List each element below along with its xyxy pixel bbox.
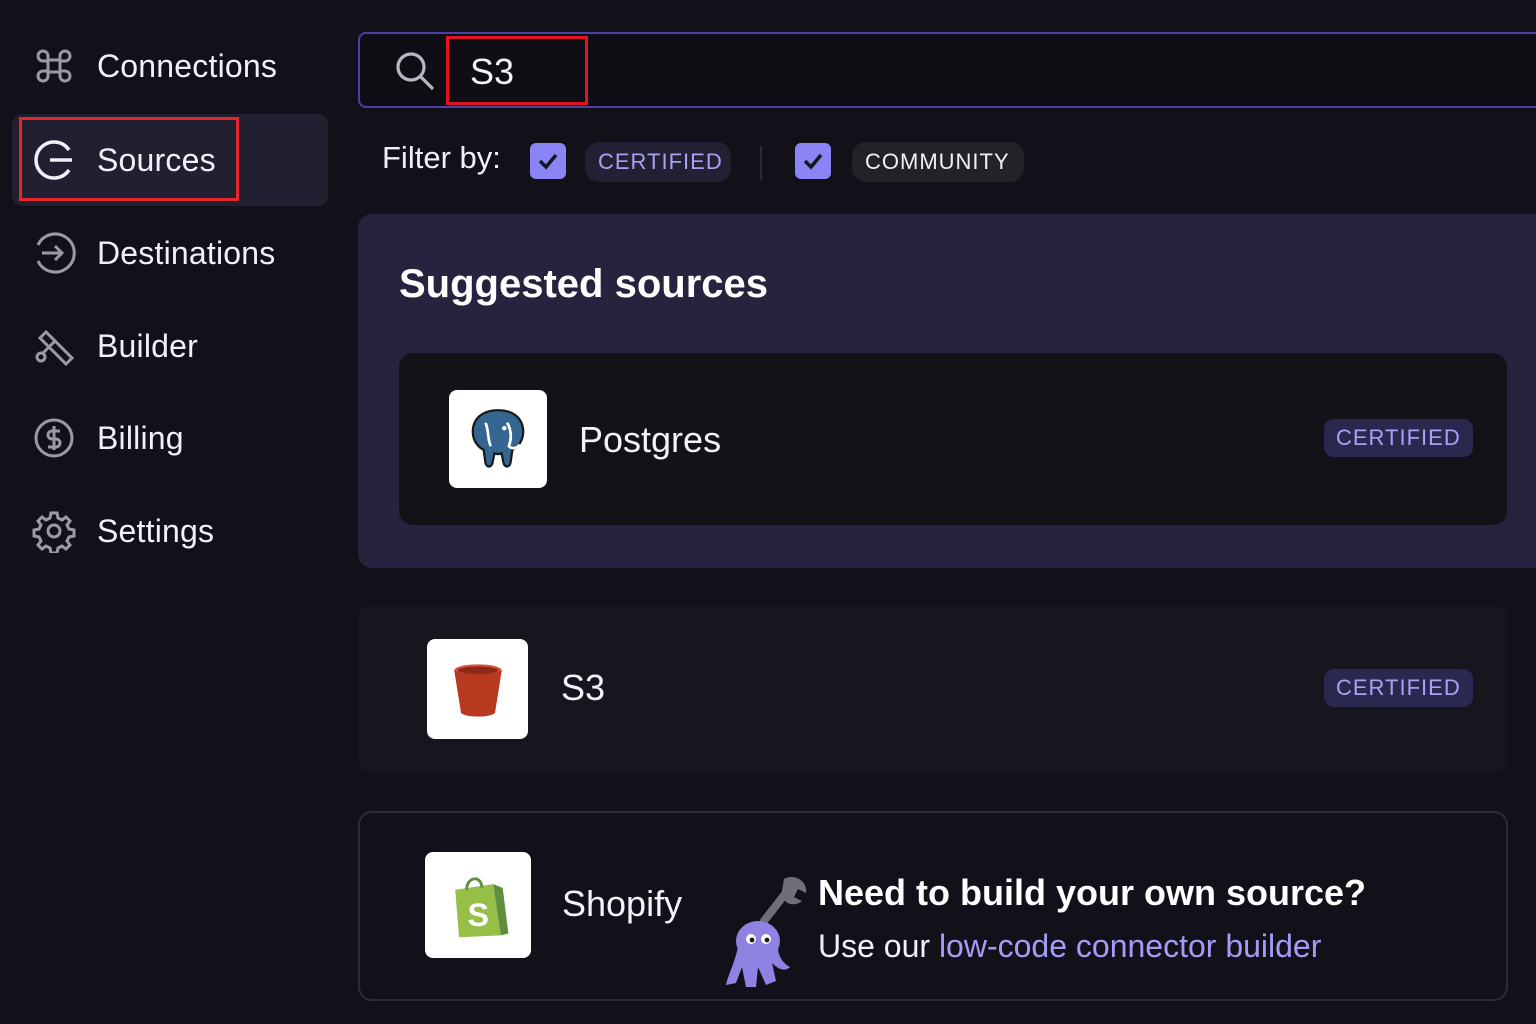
builder-promo-text: Use our low-code connector builder [818, 928, 1321, 965]
sidebar-item-label: Connections [97, 47, 278, 84]
sidebar-item-label: Builder [97, 327, 199, 364]
source-card-s3[interactable]: S3 CERTIFIED [358, 605, 1508, 773]
sidebar-item-label: Sources [97, 141, 216, 178]
connector-builder-link[interactable]: low-code connector builder [939, 928, 1321, 964]
dollar-circle-icon [32, 416, 76, 460]
svg-text:S: S [468, 897, 490, 933]
filter-label: Filter by: [382, 140, 501, 175]
source-name: Postgres [579, 419, 722, 460]
search-bar [358, 32, 1536, 108]
shopify-bag-icon: S [425, 852, 531, 958]
command-icon [32, 44, 76, 88]
octavia-mascot-icon [724, 875, 812, 995]
check-icon [538, 153, 558, 170]
filter-divider [760, 146, 762, 180]
search-input[interactable] [468, 42, 872, 102]
sidebar-item-label: Settings [97, 512, 215, 549]
community-filter-tag[interactable]: COMMUNITY [852, 142, 1024, 182]
arrow-circle-icon [32, 231, 76, 275]
sidebar: Connections Sources Destinations Builder… [0, 0, 340, 1024]
sidebar-item-connections[interactable]: Connections [12, 20, 328, 112]
sidebar-item-destinations[interactable]: Destinations [12, 207, 328, 299]
sidebar-item-builder[interactable]: Builder [12, 300, 328, 392]
sidebar-item-settings[interactable]: Settings [12, 485, 328, 577]
certified-filter-tag[interactable]: CERTIFIED [585, 142, 731, 182]
builder-promo-title: Need to build your own source? [818, 872, 1367, 913]
certified-badge: CERTIFIED [1324, 419, 1473, 457]
s3-bucket-icon [427, 639, 528, 739]
sidebar-item-sources[interactable]: Sources [12, 114, 328, 206]
certified-badge: CERTIFIED [1324, 669, 1473, 707]
source-name: Shopify [562, 883, 683, 924]
sources-icon [32, 138, 76, 182]
sidebar-item-billing[interactable]: Billing [12, 392, 328, 484]
search-icon [394, 50, 436, 92]
certified-checkbox[interactable] [530, 143, 566, 179]
postgres-elephant-icon [449, 390, 547, 488]
suggested-sources-title: Suggested sources [399, 262, 769, 306]
builder-tools-icon [32, 324, 76, 368]
builder-promo-prefix: Use our [818, 928, 939, 964]
sidebar-item-label: Destinations [97, 234, 276, 271]
sidebar-item-label: Billing [97, 419, 184, 456]
community-checkbox[interactable] [795, 143, 831, 179]
source-card-postgres[interactable]: Postgres CERTIFIED [399, 353, 1507, 525]
check-icon [803, 153, 823, 170]
gear-icon [32, 509, 76, 553]
source-name: S3 [561, 667, 606, 708]
